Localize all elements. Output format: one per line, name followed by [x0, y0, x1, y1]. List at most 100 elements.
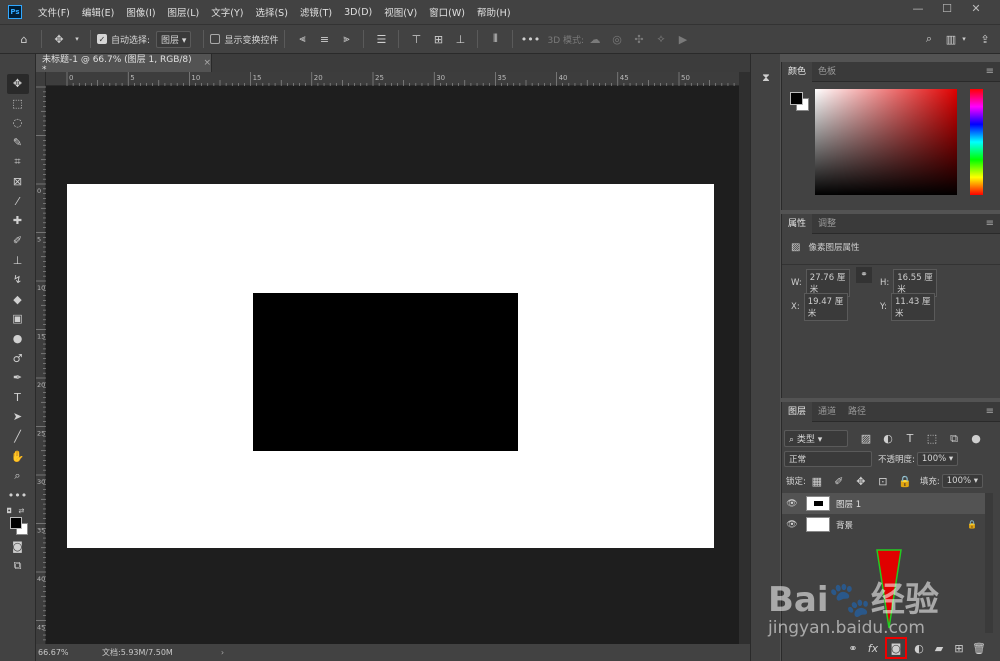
filter-type-icon[interactable]: T	[902, 431, 918, 447]
crop-tool-icon[interactable]: ⌗	[7, 152, 29, 172]
blur-tool-icon[interactable]: ●	[7, 329, 29, 349]
tab-swatches[interactable]: 色板	[812, 62, 842, 82]
new-layer-icon[interactable]: ⊞	[951, 640, 967, 656]
color-swatches[interactable]: ◘ ⇄	[5, 507, 31, 537]
menu-file[interactable]: 文件(F)	[32, 5, 76, 19]
lasso-tool-icon[interactable]: ◌	[7, 113, 29, 133]
menu-help[interactable]: 帮助(H)	[471, 5, 517, 19]
tab-adjustments[interactable]: 调整	[812, 214, 842, 234]
swap-colors-icon[interactable]: ⇄	[19, 507, 25, 515]
filter-pixel-icon[interactable]: ▨	[858, 431, 874, 447]
align-right-icon[interactable]: ⫸	[338, 31, 354, 47]
panel-menu-icon[interactable]: ≡	[986, 406, 994, 417]
marquee-tool-icon[interactable]: ⬚	[7, 94, 29, 114]
layer-row[interactable]: 👁 图层 1	[782, 493, 985, 514]
share-icon[interactable]: ⇪	[977, 31, 993, 47]
lock-transparent-icon[interactable]: ▦	[809, 473, 825, 489]
foreground-color-swatch[interactable]	[9, 517, 22, 530]
close-button[interactable]: ✕	[964, 0, 988, 18]
new-group-icon[interactable]: ▰	[931, 640, 947, 656]
tab-properties[interactable]: 属性	[782, 213, 813, 234]
opacity-field[interactable]: 100% ▾	[916, 452, 959, 466]
black-rectangle-layer[interactable]	[253, 293, 518, 451]
tab-channels[interactable]: 通道	[812, 402, 842, 422]
history-brush-tool-icon[interactable]: ↯	[7, 270, 29, 290]
menu-type[interactable]: 文字(Y)	[205, 5, 249, 19]
layer-name[interactable]: 背景	[836, 519, 967, 531]
visibility-eye-icon[interactable]: 👁	[782, 499, 802, 509]
move-tool-preset-icon[interactable]: ✥	[51, 31, 67, 47]
foreground-color[interactable]	[790, 92, 803, 105]
vertical-ruler[interactable]: 0 5 10 15 20 25 30 35 40 45	[36, 72, 46, 644]
layers-scrollbar[interactable]	[985, 493, 993, 633]
link-icon[interactable]: ⚭	[856, 267, 872, 283]
eraser-tool-icon[interactable]: ◆	[7, 290, 29, 310]
blend-mode-dropdown[interactable]: 正常	[784, 451, 872, 467]
brush-tool-icon[interactable]: ✐	[7, 231, 29, 251]
horizontal-ruler[interactable]: 0 5 10 15 20 25 30 35 40 45 50	[46, 72, 739, 86]
y-field[interactable]: 11.43 厘米	[890, 293, 935, 321]
close-tab-icon[interactable]: ×	[203, 58, 211, 68]
auto-select-option[interactable]: ✓ 自动选择:	[97, 33, 150, 46]
filter-toggle-icon[interactable]: ●	[968, 431, 984, 447]
minimize-button[interactable]: —	[906, 0, 930, 18]
panel-menu-icon[interactable]: ≡	[986, 218, 994, 229]
lock-position-icon[interactable]: ✥	[853, 473, 869, 489]
filter-adjustment-icon[interactable]: ◐	[880, 431, 896, 447]
clone-stamp-tool-icon[interactable]: ⊥	[7, 250, 29, 270]
maximize-button[interactable]: ☐	[935, 0, 959, 18]
lock-all-icon[interactable]: 🔒	[897, 473, 913, 489]
healing-brush-tool-icon[interactable]: ✚	[7, 211, 29, 231]
chevron-down-icon[interactable]: ▾	[73, 31, 81, 47]
lock-image-icon[interactable]: ✐	[831, 473, 847, 489]
layer-row[interactable]: 👁 背景 🔒	[782, 514, 985, 535]
line-tool-icon[interactable]: ╱	[7, 427, 29, 447]
color-picker-field[interactable]	[815, 89, 957, 195]
default-colors-icon[interactable]: ◘	[7, 507, 13, 515]
menu-window[interactable]: 窗口(W)	[423, 5, 471, 19]
menu-3d[interactable]: 3D(D)	[338, 7, 378, 18]
align-center-h-icon[interactable]: ≡	[316, 31, 332, 47]
fill-field[interactable]: 100% ▾	[941, 474, 984, 488]
x-field[interactable]: 19.47 厘米	[803, 293, 848, 321]
hand-tool-icon[interactable]: ✋	[7, 446, 29, 466]
fx-icon[interactable]: fx	[865, 640, 881, 656]
zoom-tool-icon[interactable]: ⌕	[7, 466, 29, 486]
document-size-info[interactable]: 文档:5.93M/7.50M	[102, 647, 173, 658]
document-canvas[interactable]	[67, 184, 714, 548]
filter-shape-icon[interactable]: ⬚	[924, 431, 940, 447]
align-bottom-icon[interactable]: ⊥	[452, 31, 468, 47]
path-select-tool-icon[interactable]: ➤	[7, 407, 29, 427]
adjustment-layer-icon[interactable]: ◐	[911, 640, 927, 656]
history-panel-icon[interactable]: ⧗	[758, 70, 774, 86]
quick-mask-icon[interactable]: ◙	[7, 537, 29, 557]
show-transform-checkbox[interactable]	[210, 34, 221, 44]
type-tool-icon[interactable]: T	[7, 388, 29, 408]
more-options-icon[interactable]: •••	[521, 31, 540, 47]
menu-image[interactable]: 图像(I)	[120, 5, 161, 19]
menu-select[interactable]: 选择(S)	[249, 5, 293, 19]
panel-menu-icon[interactable]: ≡	[986, 66, 994, 77]
align-middle-v-icon[interactable]: ⊞	[430, 31, 446, 47]
eyedropper-tool-icon[interactable]: ⁄	[7, 192, 29, 212]
search-icon[interactable]: ⌕	[921, 31, 937, 47]
workspace-icon[interactable]: ▥	[943, 31, 959, 47]
frame-tool-icon[interactable]: ⊠	[7, 172, 29, 192]
dodge-tool-icon[interactable]: ♂	[7, 348, 29, 368]
pasteboard[interactable]	[46, 86, 739, 644]
quick-select-tool-icon[interactable]: ✎	[7, 133, 29, 153]
link-layers-icon[interactable]: ⚭	[845, 640, 861, 656]
tab-color[interactable]: 颜色	[782, 61, 813, 82]
menu-layer[interactable]: 图层(L)	[162, 5, 206, 19]
move-tool-icon[interactable]: ✥	[6, 74, 29, 94]
menu-view[interactable]: 视图(V)	[378, 5, 423, 19]
vertical-scrollbar[interactable]	[739, 72, 750, 644]
auto-select-checkbox[interactable]: ✓	[97, 34, 107, 44]
align-left-icon[interactable]: ⫷	[294, 31, 310, 47]
add-layer-mask-icon[interactable]: ◙	[885, 637, 907, 659]
screen-mode-icon[interactable]: ⧉	[7, 557, 29, 577]
delete-layer-icon[interactable]: 🗑	[971, 640, 987, 656]
filter-smart-object-icon[interactable]: ⧉	[946, 431, 962, 447]
distribute-icon[interactable]: ☰	[373, 31, 389, 47]
zoom-level[interactable]: 66.67%	[38, 648, 94, 657]
